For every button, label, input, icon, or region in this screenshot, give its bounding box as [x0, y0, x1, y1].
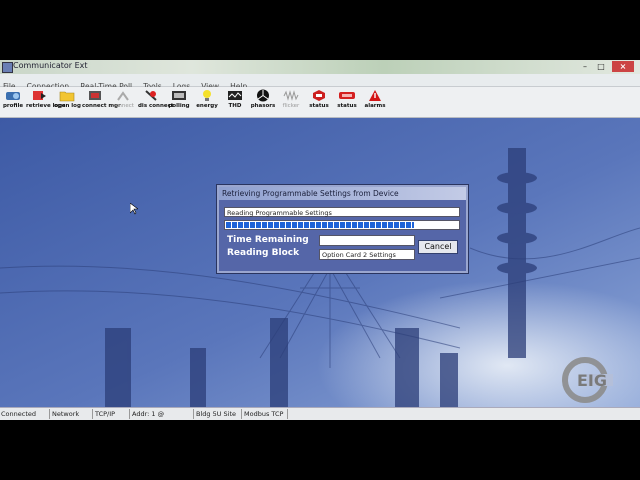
flicker-icon — [283, 90, 299, 101]
close-button[interactable]: × — [612, 61, 634, 72]
phasors-icon — [257, 89, 269, 102]
reading-block-label: Reading Block — [227, 248, 300, 258]
reading-block-field: Option Card 2 Settings — [319, 249, 415, 260]
thd-icon — [228, 91, 242, 100]
minimize-button[interactable]: – — [578, 61, 592, 72]
toolbar-thd-button[interactable]: THD — [222, 89, 248, 115]
progress-dialog: Retrieving Programmable Settings from De… — [217, 185, 468, 273]
status-network: Network — [51, 409, 93, 419]
profile-icon — [6, 92, 20, 100]
toolbar-disconnect-button[interactable]: dis connect — [138, 89, 174, 115]
title-bar: Communicator Ext – □ × — [0, 60, 640, 74]
status-mode: Modbus TCP — [243, 409, 288, 419]
toolbar-alarms-button[interactable]: alarms — [362, 89, 388, 115]
toolbar-flicker-button[interactable]: flicker — [278, 89, 304, 115]
connect-mgr-icon — [89, 91, 101, 100]
open-log-icon — [59, 91, 75, 102]
status-connection: Connected — [0, 409, 50, 419]
energy-icon — [203, 90, 211, 101]
dialog-title: Retrieving Programmable Settings from De… — [219, 187, 466, 200]
polling-icon — [172, 91, 186, 100]
toolbar-open-log-button[interactable]: open log — [54, 89, 81, 115]
toolbar-profile-button[interactable]: profile — [0, 89, 26, 115]
toolbar-retrieve-logs-button[interactable]: retrieve logs — [26, 89, 66, 115]
device-status-icon — [339, 92, 355, 99]
toolbar: profile retrieve logs open log connect m… — [0, 87, 640, 118]
toolbar-polling-button[interactable]: polling — [166, 89, 192, 115]
restore-button[interactable]: □ — [594, 61, 608, 72]
status-bar: Connected Network TCP/IP Addr: 1 @ 10.0.… — [0, 407, 640, 420]
toolbar-device-status-button[interactable]: status — [334, 89, 360, 115]
progress-bar — [224, 220, 460, 230]
status-address: Addr: 1 @ 10.0.0.2 — [131, 409, 194, 419]
progress-bar-fill — [226, 222, 414, 228]
svg-text:EIG: EIG — [577, 371, 607, 390]
time-remaining-label: Time Remaining — [227, 235, 309, 245]
alarms-icon — [369, 90, 381, 101]
toolbar-phasors-button[interactable]: phasors — [250, 89, 276, 115]
retrieve-logs-icon — [33, 91, 46, 100]
status-icon — [313, 90, 325, 101]
toolbar-energy-button[interactable]: energy — [194, 89, 220, 115]
connect-icon — [117, 91, 129, 101]
toolbar-connect-mgr-button[interactable]: connect mgr — [82, 89, 121, 115]
status-protocol: TCP/IP — [94, 409, 130, 419]
cancel-button[interactable]: Cancel — [418, 240, 458, 254]
window-title: Communicator Ext — [13, 61, 88, 70]
mouse-cursor-icon — [130, 203, 138, 215]
toolbar-status-button[interactable]: status — [306, 89, 332, 115]
application-window: Communicator Ext – □ × File Connection R… — [0, 60, 640, 420]
toolbar-connect-button[interactable]: connect — [110, 89, 136, 115]
status-text-field: Reading Programmable Settings — [224, 207, 460, 217]
status-location: Bldg 5U Site 1 — [195, 409, 242, 419]
app-icon — [2, 62, 13, 73]
time-remaining-field — [319, 235, 415, 246]
disconnect-icon — [145, 90, 157, 101]
menu-bar: File Connection Real-Time Poll Tools Log… — [0, 74, 640, 91]
